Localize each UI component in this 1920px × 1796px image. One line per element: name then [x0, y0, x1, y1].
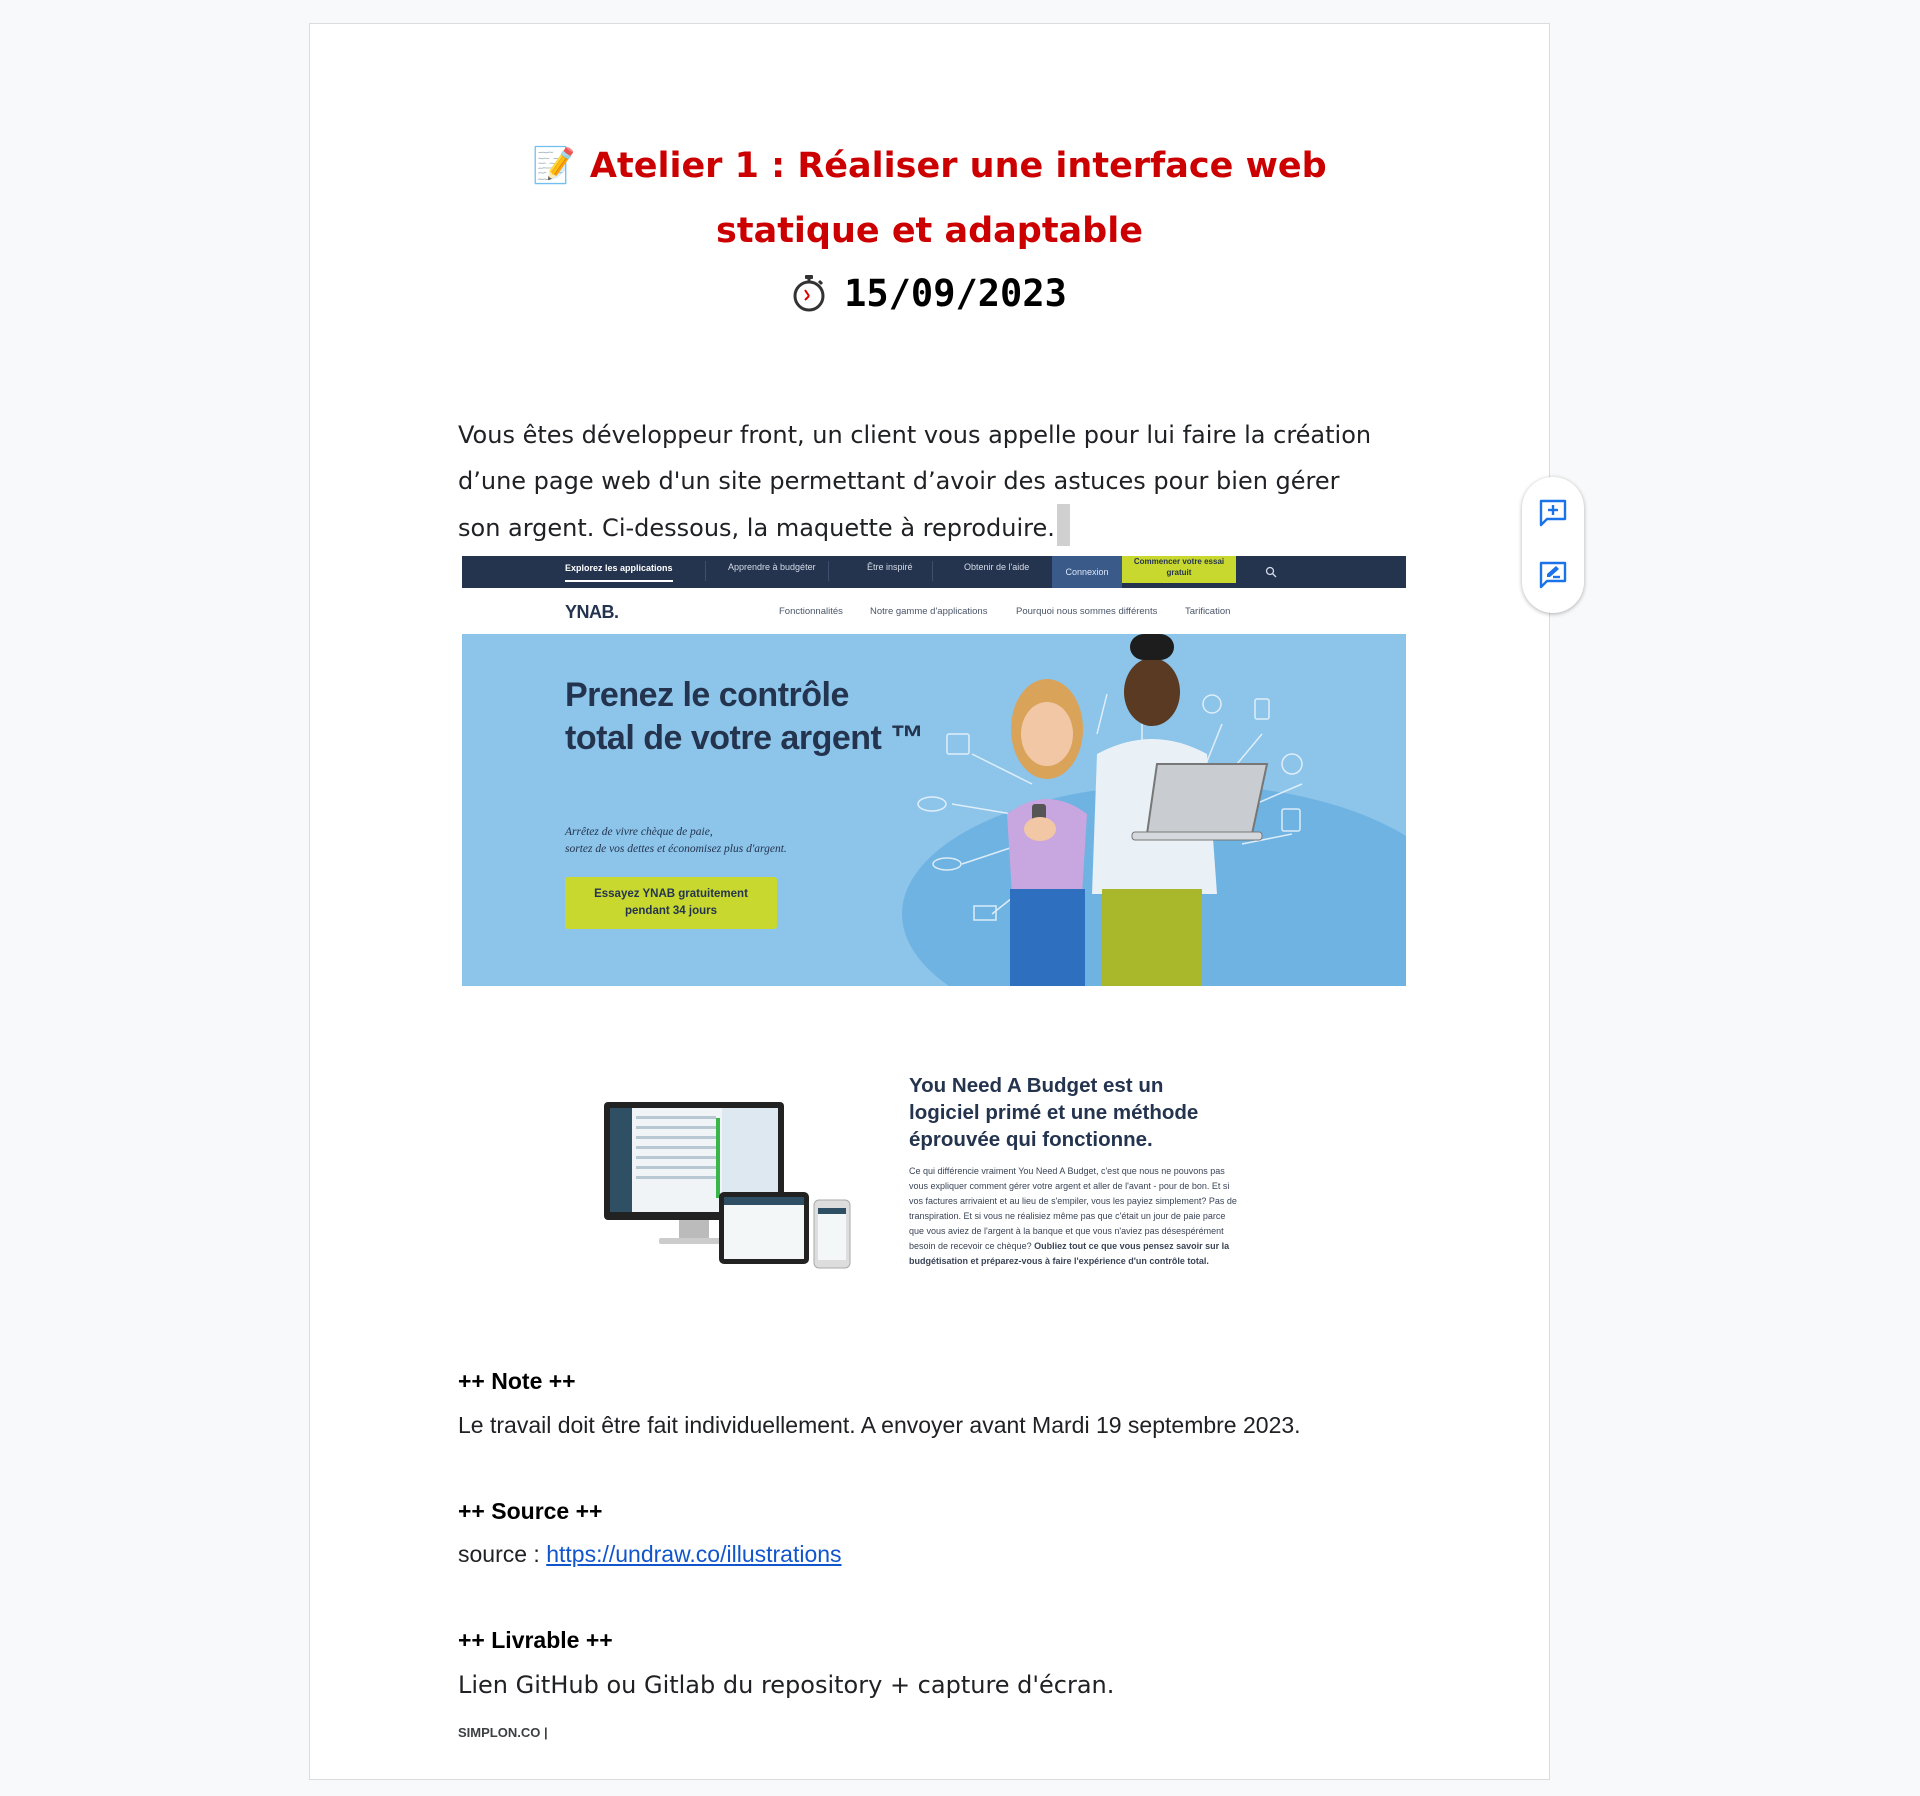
mockup-nav-help: Obtenir de l'aide	[964, 562, 1030, 572]
source-heading: ++ Source ++	[458, 1498, 603, 1524]
title-line-1: Atelier 1 : Réaliser une interface web	[589, 146, 1327, 186]
side-action-panel	[1522, 477, 1584, 613]
text-cursor	[1056, 504, 1070, 546]
memo-icon: 📝	[532, 146, 576, 186]
document-date: 15/09/2023	[310, 264, 1549, 324]
source-link[interactable]: https://undraw.co/illustrations	[546, 1541, 841, 1567]
livrable-text: Lien GitHub ou Gitlab du repository + ca…	[458, 1671, 1115, 1699]
stopwatch-icon	[793, 275, 825, 312]
mockup-logo: YNAB.	[565, 602, 619, 622]
document-page: 📝 Atelier 1 : Réaliser une interface web …	[309, 23, 1550, 1780]
search-icon	[1265, 566, 1277, 578]
intro-text: Vous êtes développeur front, un client v…	[458, 421, 1372, 542]
mockup-hero-image: Explorez les applications Apprendre à bu…	[462, 556, 1406, 1008]
mockup-hero: Prenez le contrôle total de votre argent…	[462, 634, 1406, 986]
mockup-link-pricing: Tarification	[1185, 606, 1231, 617]
page-footer: SIMPLON.CO |	[458, 1725, 548, 1740]
mockup-link-why: Pourquoi nous sommes différents	[1016, 606, 1158, 617]
add-comment-icon[interactable]	[1537, 497, 1569, 529]
title-line-2: statique et adaptable	[716, 211, 1143, 251]
mockup-hero-cta: Essayez YNAB gratuitement pendant 34 jou…	[565, 877, 777, 929]
note-text: Le travail doit être fait individuelleme…	[458, 1412, 1301, 1438]
source-line: source : https://undraw.co/illustrations	[458, 1541, 842, 1567]
mockup-section-title: You Need A Budget est un logiciel primé …	[909, 1074, 1199, 1151]
mockup-nav-trial: Commencer votre essai gratuit	[1122, 556, 1236, 583]
mockup-nav-learn: Apprendre à budgéter	[728, 562, 816, 572]
mockup-nav-explore: Explorez les applications	[565, 562, 673, 582]
date-text: 15/09/2023	[844, 272, 1067, 315]
hero-illustration	[917, 634, 1303, 986]
mockup-nav-login: Connexion	[1052, 556, 1122, 588]
suggest-edit-icon[interactable]	[1537, 559, 1569, 591]
intro-paragraph: Vous êtes développeur front, un client v…	[458, 412, 1388, 551]
mockup-feature-image: You Need A Budget est un logiciel primé …	[462, 1054, 1406, 1294]
mockup-link-features: Fonctionnalités	[779, 606, 843, 617]
mockup-hero-title: Prenez le contrôle total de votre argent…	[565, 676, 924, 757]
mockup-topnav: Explorez les applications Apprendre à bu…	[462, 556, 1406, 588]
livrable-heading: ++ Livrable ++	[458, 1627, 613, 1653]
mockup-nav-inspired: Être inspiré	[867, 562, 913, 572]
devices-illustration	[604, 1102, 851, 1269]
document-title: 📝 Atelier 1 : Réaliser une interface web …	[310, 134, 1549, 264]
note-heading: ++ Note ++	[458, 1368, 576, 1394]
mockup-link-apps: Notre gamme d'applications	[870, 606, 988, 617]
mockup-section-body: Ce qui différencie vraiment You Need A B…	[909, 1166, 1237, 1266]
mockup-subnav: YNAB. Fonctionnalités Notre gamme d'appl…	[462, 588, 1406, 634]
mockup-hero-subtitle: Arrêtez de vivre chèque de paie, sortez …	[565, 826, 787, 855]
